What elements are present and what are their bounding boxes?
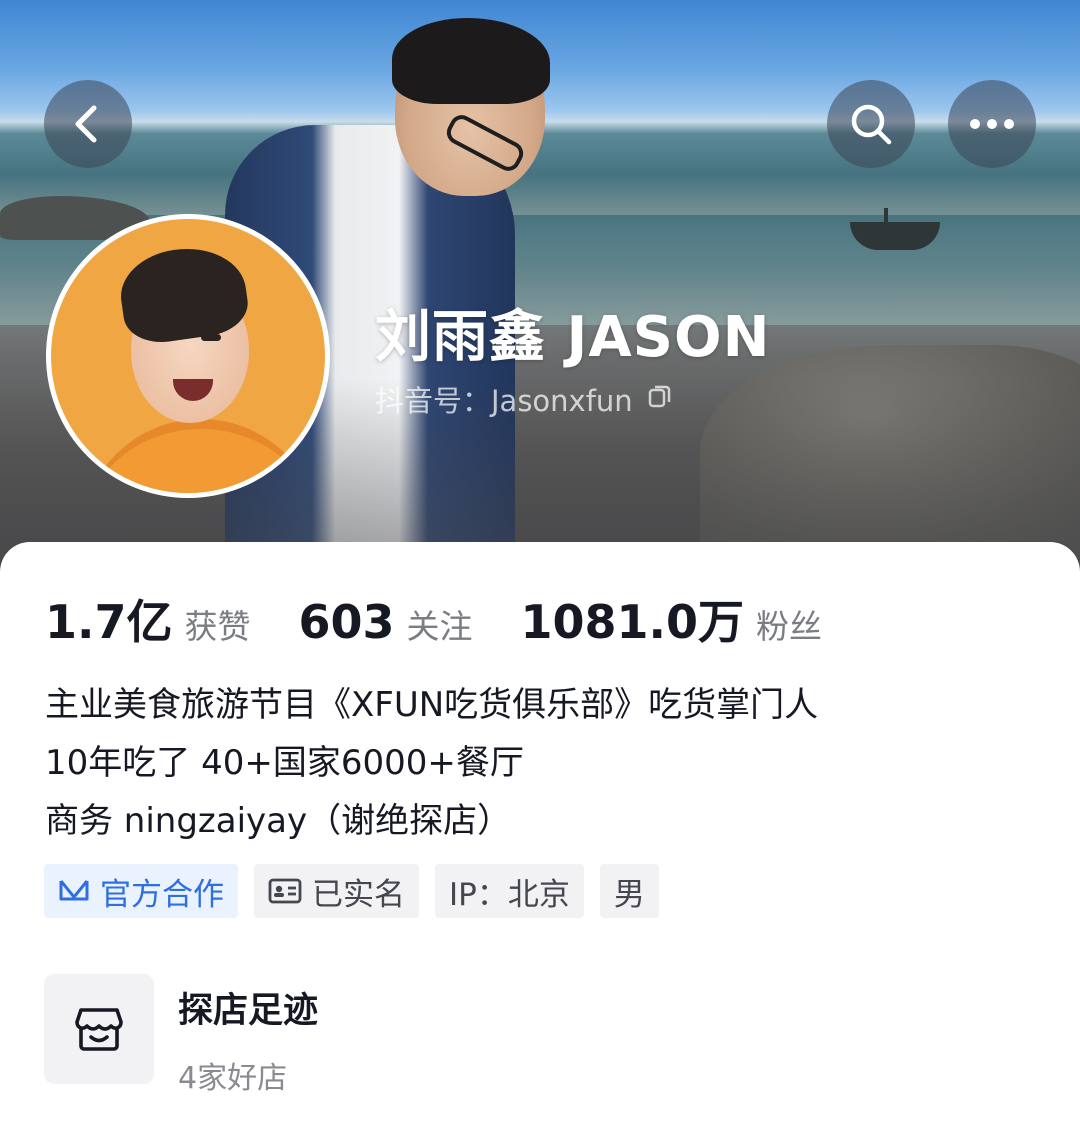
- bio-line: 商务 ningzaiyay（谢绝探店）: [45, 801, 512, 841]
- more-horizontal-icon: [970, 119, 1014, 129]
- cover-boat: [850, 208, 940, 250]
- gender-tag: 男: [599, 864, 659, 918]
- avatar[interactable]: [46, 214, 330, 498]
- cover-person-hair: [392, 18, 550, 104]
- tag-label: IP：北京: [449, 876, 570, 913]
- store-visit-entry[interactable]: 探店足迹 4家好店: [44, 974, 318, 1097]
- search-icon: [851, 104, 892, 145]
- more-button[interactable]: [948, 80, 1036, 168]
- tag-label: 已实名: [312, 876, 405, 913]
- tag-label: 官方合作: [100, 876, 224, 913]
- store-icon: [75, 1008, 123, 1051]
- back-button[interactable]: [44, 80, 132, 168]
- search-button[interactable]: [827, 80, 915, 168]
- store-visit-title: 探店足迹: [178, 991, 319, 1031]
- bio-line: 主业美食旅游节目《XFUN吃货俱乐部》吃货掌门人: [45, 685, 819, 725]
- avatar-eye: [201, 334, 221, 341]
- chevron-left-icon: [75, 105, 97, 143]
- stat-label: 获赞: [184, 607, 251, 646]
- copy-icon[interactable]: [647, 382, 673, 416]
- tag-row: 官方合作 已实名 IP：北京 男: [44, 864, 659, 918]
- douyin-id: 抖音号：Jasonxfun: [375, 384, 633, 418]
- profile-name: 刘雨鑫 JASON: [375, 305, 771, 370]
- avatar-sweater: [81, 419, 321, 493]
- official-cooperation-tag[interactable]: 官方合作: [44, 864, 238, 918]
- stat-following[interactable]: 603 关注: [299, 595, 473, 649]
- store-visit-text: 探店足迹 4家好店: [178, 974, 318, 1097]
- stat-value: 603: [298, 595, 395, 649]
- cooperation-icon: [59, 880, 89, 901]
- stat-value: 1.7亿: [45, 595, 173, 649]
- stats-row: 1.7亿 获赞 603 关注 1081.0万 粉丝: [45, 586, 870, 652]
- stat-label: 粉丝: [756, 607, 823, 646]
- stat-label: 关注: [406, 607, 473, 646]
- id-card-icon: [268, 878, 302, 904]
- avatar-eye: [151, 334, 171, 341]
- profile-bio: 主业美食旅游节目《XFUN吃货俱乐部》吃货掌门人 10年吃了 40+国家6000…: [45, 676, 818, 850]
- store-icon-box: [44, 974, 154, 1084]
- store-visit-subtitle: 4家好店: [178, 1061, 288, 1096]
- stat-likes[interactable]: 1.7亿 获赞: [45, 586, 251, 652]
- verified-tag: 已实名: [254, 864, 419, 918]
- ip-location-tag: IP：北京: [435, 864, 584, 918]
- douyin-id-row: 抖音号：Jasonxfun: [375, 378, 673, 420]
- stat-value: 1081.0万: [520, 595, 745, 649]
- bio-line: 10年吃了 40+国家6000+餐厅: [45, 743, 524, 783]
- stat-followers[interactable]: 1081.0万 粉丝: [521, 586, 823, 652]
- tag-label: 男: [613, 876, 645, 913]
